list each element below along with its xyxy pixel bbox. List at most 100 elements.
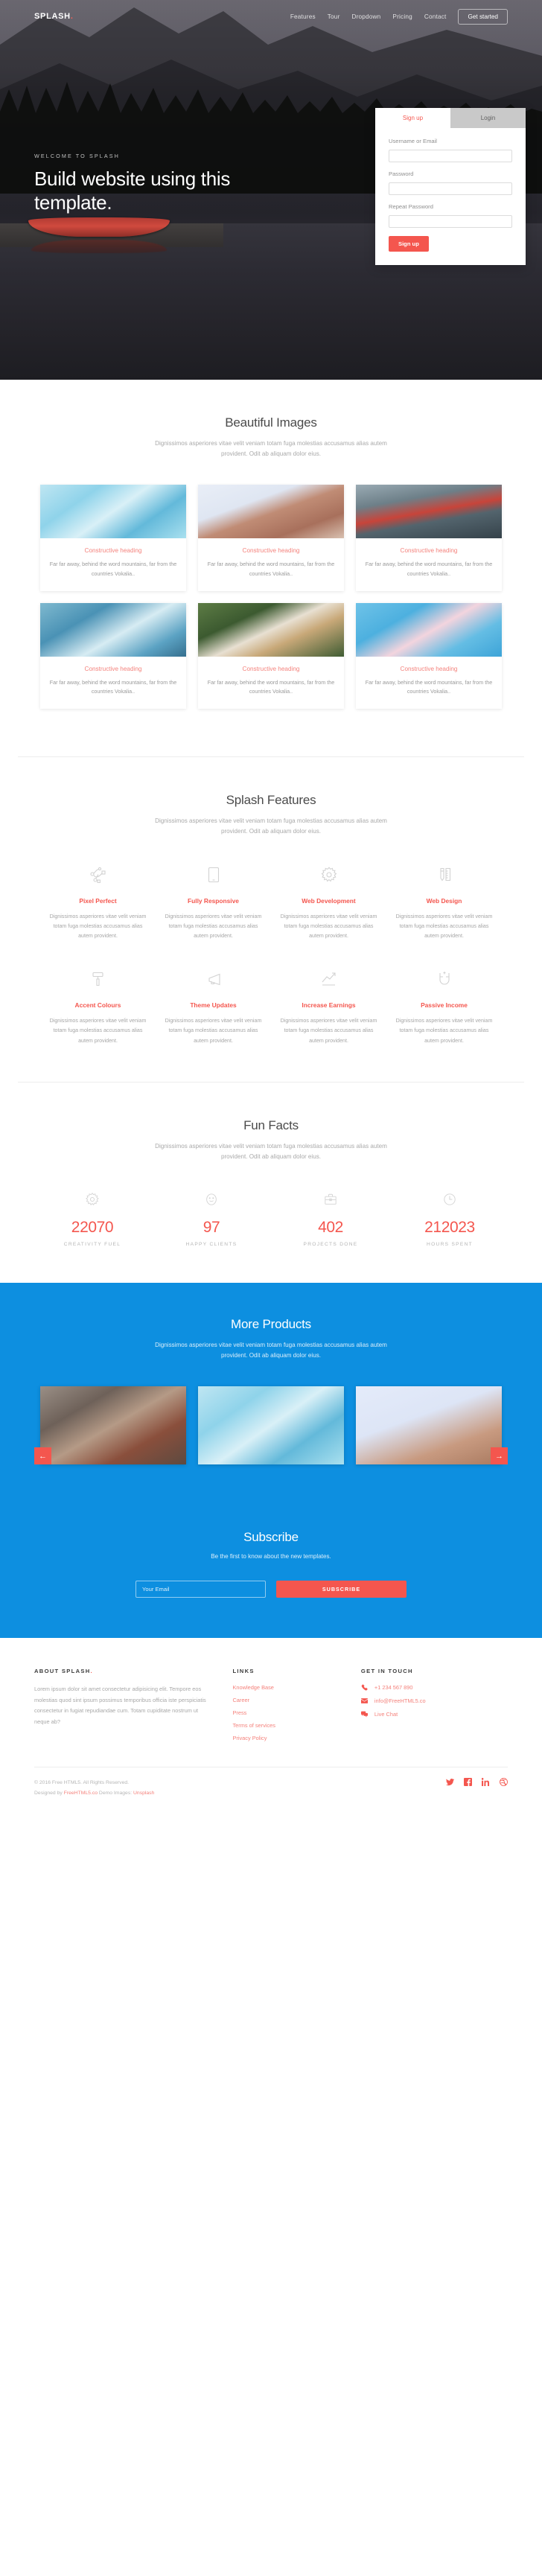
image-card[interactable]: Constructive heading Far far away, behin… <box>198 602 344 709</box>
facts-row: 22070 CREATIVITY FUEL 97 HAPPY CLIENTS 4… <box>18 1187 524 1247</box>
username-input[interactable] <box>389 150 512 162</box>
footer-link-knowledge-base[interactable]: Knowledge Base <box>232 1684 360 1691</box>
footer-about-heading: ABOUT SPLASH. <box>34 1668 213 1674</box>
footer-about-column: ABOUT SPLASH. Lorem ipsum dolor sit amet… <box>34 1668 232 1747</box>
card-text: Far far away, behind the word mountains,… <box>207 678 335 695</box>
image-cards-row-2: Constructive heading Far far away, behin… <box>18 602 524 709</box>
brand-dot: . <box>70 12 74 21</box>
subscribe-email-input[interactable] <box>136 1581 266 1598</box>
card-text: Far far away, behind the word mountains,… <box>365 561 493 577</box>
chat-icon <box>360 1711 369 1718</box>
images-section-header: Beautiful Images Dignissimos asperiores … <box>18 415 524 459</box>
nav-item-contact[interactable]: Contact <box>424 13 447 20</box>
tab-signup[interactable]: Sign up <box>375 108 450 128</box>
splash-features-section: Splash Features Dignissimos asperiores v… <box>0 757 542 1082</box>
brand-logo[interactable]: SPLASH. <box>34 12 74 21</box>
password-input[interactable] <box>389 182 512 195</box>
dribbble-icon[interactable] <box>500 1778 508 1787</box>
username-label: Username or Email <box>389 138 437 144</box>
signup-submit-button[interactable]: Sign up <box>389 236 429 252</box>
feature-title: Theme Updates <box>190 1001 237 1010</box>
card-photo-swimmer <box>40 485 186 539</box>
image-cards-row-1: Constructive heading Far far away, behin… <box>18 485 524 591</box>
footer-link-terms[interactable]: Terms of services <box>232 1722 360 1729</box>
footer-email-label: info@FreeHTML5.co <box>374 1697 426 1705</box>
feature-item: Fully Responsive Dignissimos asperiores … <box>156 862 271 941</box>
linkedin-icon[interactable] <box>482 1778 490 1787</box>
image-card[interactable]: Constructive heading Far far away, behin… <box>198 485 344 591</box>
fact-number: 22070 <box>71 1218 114 1236</box>
fact-item: 22070 CREATIVITY FUEL <box>33 1187 152 1247</box>
card-photo-building <box>198 485 344 539</box>
footer-unsplash-link[interactable]: Unsplash <box>133 1791 154 1796</box>
feature-text: Dignissimos asperiores vitae velit venia… <box>165 914 262 940</box>
footer-designed-prefix: Designed by <box>34 1790 64 1796</box>
feature-item: Theme Updates Dignissimos asperiores vit… <box>156 966 271 1045</box>
footer-about-heading-text: ABOUT SPLASH <box>34 1668 91 1675</box>
footer-link-privacy[interactable]: Privacy Policy <box>232 1735 360 1741</box>
footer-contact-email[interactable]: info@FreeHTML5.co <box>360 1697 508 1705</box>
fact-item: 212023 HOURS SPENT <box>390 1187 509 1247</box>
feature-text: Dignissimos asperiores vitae velit venia… <box>395 1018 493 1044</box>
footer-demo-prefix: Demo Images: <box>98 1790 133 1796</box>
hero-title: Build website using this template. <box>34 168 231 214</box>
card-photo-water <box>40 602 186 657</box>
image-card[interactable]: Constructive heading Far far away, behin… <box>356 485 502 591</box>
nav-links-group: Features Tour Dropdown Pricing Contact G… <box>290 8 508 25</box>
card-text: Far far away, behind the word mountains,… <box>49 678 177 695</box>
feature-item: Web Development Dignissimos asperiores v… <box>271 862 386 941</box>
card-heading: Constructive heading <box>242 665 300 672</box>
footer-link-career[interactable]: Career <box>232 1697 360 1703</box>
footer-contact-chat[interactable]: Live Chat <box>360 1711 508 1718</box>
nav-item-tour[interactable]: Tour <box>328 13 340 20</box>
feature-item: Accent Colours Dignissimos asperiores vi… <box>40 966 156 1045</box>
feature-title: Passive Income <box>421 1001 468 1010</box>
image-card[interactable]: Constructive heading Far far away, behin… <box>40 485 186 591</box>
carousel-next-arrow-icon[interactable]: → <box>491 1447 508 1465</box>
repeat-password-input[interactable] <box>389 215 512 228</box>
nav-item-dropdown[interactable]: Dropdown <box>352 13 381 20</box>
image-card[interactable]: Constructive heading Far far away, behin… <box>40 602 186 709</box>
nav-item-pricing[interactable]: Pricing <box>392 13 412 20</box>
facebook-icon[interactable] <box>464 1778 472 1787</box>
image-card[interactable]: Constructive heading Far far away, behin… <box>356 602 502 709</box>
more-products-section: More Products Dignissimos asperiores vit… <box>0 1282 542 1501</box>
footer-contact-column: GET IN TOUCH +1 234 567 890 info@FreeHTM… <box>360 1668 508 1747</box>
tab-login[interactable]: Login <box>450 108 526 128</box>
fact-item: 402 PROJECTS DONE <box>271 1187 390 1247</box>
images-section-title: Beautiful Images <box>225 415 317 430</box>
features-section-header: Splash Features Dignissimos asperiores v… <box>18 793 524 837</box>
facts-section-title: Fun Facts <box>243 1118 299 1132</box>
footer-contact-phone[interactable]: +1 234 567 890 <box>361 1684 508 1691</box>
node-graph-icon <box>49 862 147 887</box>
subscribe-button[interactable]: SUBSCRIBE <box>276 1581 406 1598</box>
phone-icon <box>361 1684 369 1691</box>
feature-text: Dignissimos asperiores vitae velit venia… <box>280 1018 377 1044</box>
footer-links-column: LINKS Knowledge Base Career Press Terms … <box>232 1668 360 1747</box>
carousel-slide-building[interactable] <box>356 1386 502 1465</box>
card-body: Constructive heading Far far away, behin… <box>198 657 344 709</box>
paint-roller-icon <box>49 966 147 992</box>
carousel-slide-swimmer[interactable] <box>198 1386 344 1465</box>
clock-icon <box>390 1187 509 1211</box>
facts-section-header: Fun Facts Dignissimos asperiores vitae v… <box>18 1118 524 1162</box>
carousel-prev-arrow-icon[interactable]: ← <box>34 1447 51 1465</box>
twitter-icon[interactable] <box>446 1778 454 1786</box>
facts-section-subtitle: Dignissimos asperiores vitae velit venia… <box>155 1142 387 1160</box>
nav-item-features[interactable]: Features <box>290 13 316 20</box>
feature-text: Dignissimos asperiores vitae velit venia… <box>165 1018 262 1044</box>
footer-social-links <box>446 1778 508 1787</box>
footer-links-heading: LINKS <box>232 1668 255 1675</box>
feature-title: Web Design <box>426 897 462 905</box>
fact-number: 402 <box>318 1218 343 1236</box>
footer-link-press[interactable]: Press <box>232 1709 360 1716</box>
card-body: Constructive heading Far far away, behin… <box>40 657 186 709</box>
carousel-slide-rock[interactable] <box>40 1386 186 1465</box>
footer-phone-label: +1 234 567 890 <box>374 1684 413 1692</box>
signup-card: Sign up Login Username or Email Password… <box>375 108 526 265</box>
features-row-2: Accent Colours Dignissimos asperiores vi… <box>18 966 524 1045</box>
footer-designer-link[interactable]: FreeHTML5.co <box>64 1791 98 1796</box>
feature-text: Dignissimos asperiores vitae velit venia… <box>280 914 377 940</box>
fun-facts-section: Fun Facts Dignissimos asperiores vitae v… <box>0 1083 542 1283</box>
get-started-button[interactable]: Get started <box>458 8 508 25</box>
